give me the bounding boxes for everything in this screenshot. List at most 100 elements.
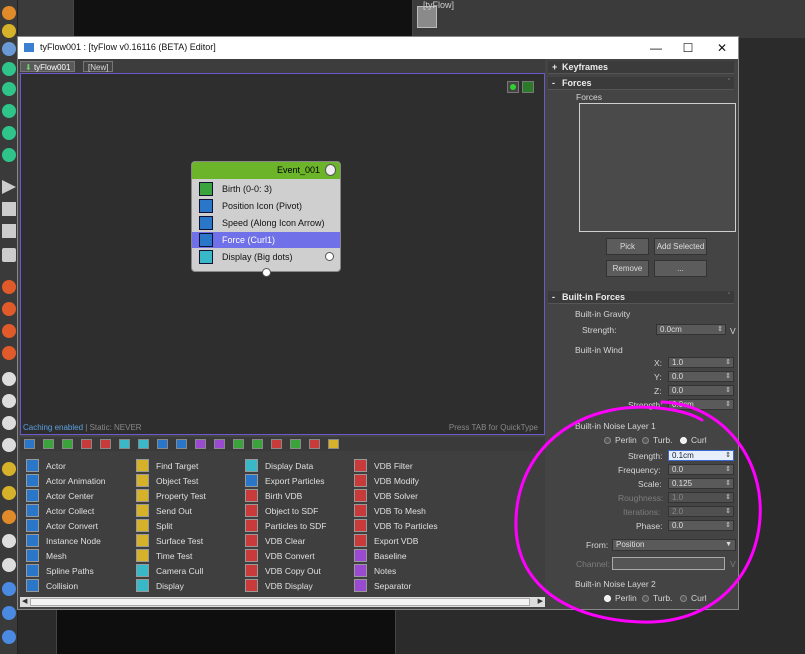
annotation-stroke (514, 400, 762, 624)
tool-icon-18[interactable] (2, 582, 16, 596)
enable-toggle-icon[interactable] (507, 81, 519, 93)
operator-speed[interactable]: Speed (Along Icon Arrow) (192, 215, 340, 231)
maximize-button[interactable]: ☐ (678, 40, 698, 56)
tool-icon-15[interactable] (2, 510, 16, 524)
trash-icon[interactable] (2, 248, 16, 262)
cache-status-label: Caching enabled (23, 423, 84, 432)
tool-icon-14[interactable] (2, 486, 16, 500)
gravity-strength-spinner[interactable]: 0.0cm ⇕ (656, 324, 726, 335)
category-icon-17[interactable] (328, 439, 339, 449)
operator-force[interactable]: Force (Curl1) (192, 232, 340, 248)
viewport-bottom[interactable] (56, 606, 396, 654)
tool-icon-3[interactable] (2, 42, 16, 56)
palette-item-label: Particles to SDF (265, 521, 327, 531)
tab-new[interactable]: [New] (83, 61, 114, 72)
tool-icon-9[interactable] (2, 372, 16, 386)
tool-icon-20[interactable] (2, 630, 16, 644)
category-icon-2[interactable] (43, 439, 54, 449)
fire-icon-4[interactable] (2, 346, 16, 360)
tool-icon-6[interactable] (2, 104, 16, 118)
tab-tyflow001[interactable]: ⬇ tyFlow001 (20, 61, 76, 72)
operator-position-icon[interactable]: Position Icon (Pivot) (192, 198, 340, 214)
spinner-arrows-icon[interactable]: ⇕ (725, 358, 731, 367)
category-icon-10[interactable] (195, 439, 206, 449)
gravity-v-button[interactable]: V (730, 326, 736, 336)
wind-y-spinner[interactable]: 0.0 ⇕ (668, 371, 734, 382)
minimize-button[interactable]: — (646, 40, 666, 56)
rollout-forces[interactable]: - Forces ▫ (548, 77, 734, 90)
actor-animation-icon (26, 474, 39, 487)
palette-scrollbar[interactable]: ◀ ▶ (20, 597, 545, 607)
close-button[interactable]: ✕ (712, 40, 732, 56)
forces-listbox[interactable] (579, 103, 736, 232)
category-icon-13[interactable] (252, 439, 263, 449)
category-icon-6[interactable] (119, 439, 130, 449)
spinner-arrows-icon[interactable]: ⇕ (725, 372, 731, 381)
category-icon-7[interactable] (138, 439, 149, 449)
tool-icon-19[interactable] (2, 606, 16, 620)
refresh-icon[interactable] (522, 81, 534, 93)
fire-icon-3[interactable] (2, 324, 16, 338)
category-icon-8[interactable] (157, 439, 168, 449)
tool-icon-8[interactable] (2, 148, 16, 162)
lightbulb-icon[interactable] (325, 164, 336, 176)
play-icon[interactable] (2, 180, 16, 194)
category-icon-16[interactable] (309, 439, 320, 449)
tool-icon-10[interactable] (2, 394, 16, 408)
add-selected-button[interactable]: Add Selected (654, 238, 707, 255)
remove-button[interactable]: Remove (606, 260, 649, 277)
tool-icon-1[interactable] (2, 6, 16, 20)
pick-button[interactable]: Pick (606, 238, 649, 255)
category-icon-12[interactable] (233, 439, 244, 449)
category-icon-15[interactable] (290, 439, 301, 449)
forces-list-label: Forces (576, 92, 602, 102)
more-button[interactable]: ... (654, 260, 707, 277)
palette-item-label: Export Particles (265, 476, 325, 486)
palette-item-label: Instance Node (46, 536, 101, 546)
vdb-clear-icon (245, 534, 258, 547)
category-icon-5[interactable] (100, 439, 111, 449)
spinner-arrows-icon[interactable]: ⇕ (717, 325, 723, 334)
category-icon-11[interactable] (214, 439, 225, 449)
spinner-value: 1.0 (672, 358, 684, 367)
viewport-area[interactable]: [tyFlow] (18, 0, 805, 38)
position-icon (199, 199, 213, 213)
tool-icon-17[interactable] (2, 558, 16, 572)
tool-icon-4[interactable] (2, 62, 16, 76)
wind-z-spinner[interactable]: 0.0 ⇕ (668, 385, 734, 396)
fire-icon-1[interactable] (2, 280, 16, 294)
operator-birth[interactable]: Birth (0-0: 3) (192, 181, 340, 197)
tool-icon-5[interactable] (2, 82, 16, 96)
scroll-left-icon[interactable]: ◀ (22, 597, 27, 607)
event-node[interactable]: Event_001 Birth (0-0: 3) Position Icon (… (191, 161, 341, 277)
node-graph[interactable]: Event_001 Birth (0-0: 3) Position Icon (… (20, 73, 545, 435)
stop-icon[interactable] (2, 224, 16, 238)
tool-icon-7[interactable] (2, 126, 16, 140)
viewport[interactable] (73, 0, 437, 38)
fire-icon-2[interactable] (2, 302, 16, 316)
operator-display[interactable]: Display (Big dots) (192, 249, 340, 265)
category-icon-1[interactable] (24, 439, 35, 449)
title-bar[interactable]: tyFlow001 : [tyFlow v0.16116 (BETA) Edit… (18, 37, 738, 59)
category-icon-4[interactable] (81, 439, 92, 449)
category-icon-9[interactable] (176, 439, 187, 449)
category-icon-14[interactable] (271, 439, 282, 449)
event-header[interactable]: Event_001 (192, 162, 340, 179)
pause-icon[interactable] (2, 202, 16, 216)
rollout-keyframes[interactable]: + Keyframes (548, 61, 734, 74)
tool-icon-16[interactable] (2, 534, 16, 548)
tool-icon-13[interactable] (2, 462, 16, 476)
wind-x-label: X: (654, 358, 663, 368)
spinner-arrows-icon[interactable]: ⇕ (725, 386, 731, 395)
scrollbar-thumb[interactable] (30, 598, 530, 606)
rollout-builtin-forces[interactable]: - Built-in Forces ▫ (548, 291, 734, 304)
palette-item-label: Surface Test (156, 536, 204, 546)
tool-icon-2[interactable] (2, 24, 16, 38)
category-icon-3[interactable] (62, 439, 73, 449)
palette-item-label: Camera Cull (156, 566, 204, 576)
output-port[interactable] (325, 252, 334, 261)
tool-icon-11[interactable] (2, 416, 16, 430)
wind-x-spinner[interactable]: 1.0 ⇕ (668, 357, 734, 368)
input-port[interactable] (262, 268, 271, 277)
tool-icon-12[interactable] (2, 438, 16, 452)
